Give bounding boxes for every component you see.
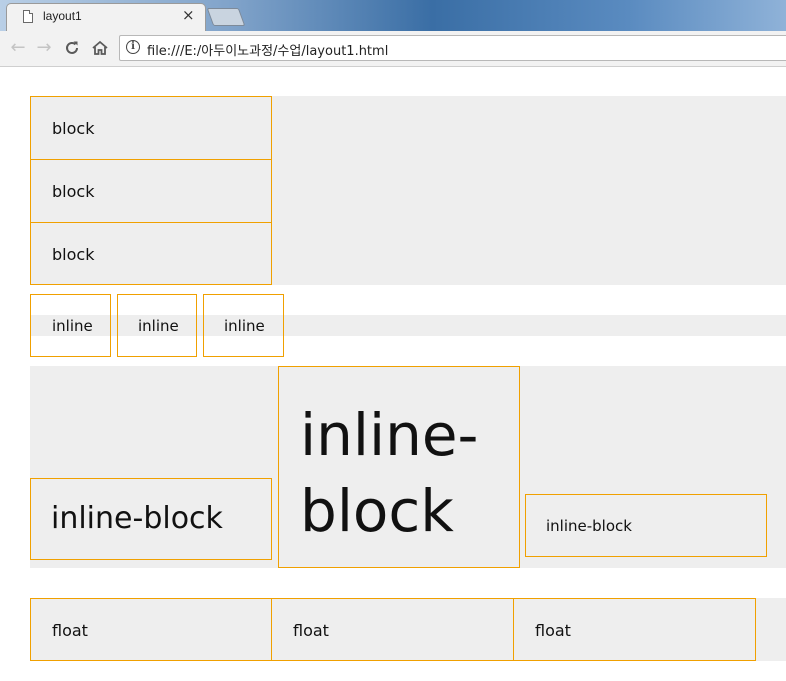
float-label: float	[52, 621, 88, 640]
inline-block-label: inline-block	[51, 501, 223, 536]
block-label: block	[52, 245, 95, 264]
forward-arrow-icon[interactable]: →	[32, 36, 56, 60]
inline-box-1: inline	[30, 294, 111, 357]
inline-label: inline	[224, 317, 265, 335]
new-tab-button[interactable]	[206, 8, 246, 26]
info-icon[interactable]: i	[126, 40, 140, 54]
block-box-1: block	[30, 96, 272, 160]
page-content: block block block inline inline inline i…	[0, 67, 786, 681]
inline-block-box-2: inline- block	[278, 366, 520, 568]
url-text[interactable]: file:///E:/아두이노과정/수업/layout1.html	[147, 40, 388, 59]
inline-label: inline	[52, 317, 93, 335]
inline-block-big-label-line2: block	[300, 477, 454, 545]
float-box-2: float	[271, 598, 514, 661]
inline-box-3: inline	[203, 294, 284, 357]
tab-title: layout1	[43, 9, 82, 23]
close-tab-icon[interactable]: ×	[182, 6, 195, 24]
browser-tabstrip: layout1 ×	[0, 0, 786, 32]
block-label: block	[52, 182, 95, 201]
float-label: float	[535, 621, 571, 640]
home-icon[interactable]	[88, 36, 112, 60]
inline-block-box-3: inline-block	[525, 494, 767, 557]
inline-label: inline	[138, 317, 179, 335]
block-box-3: block	[30, 222, 272, 285]
float-box-3: float	[513, 598, 756, 661]
inline-box-2: inline	[117, 294, 197, 357]
address-bar[interactable]: i file:///E:/아두이노과정/수업/layout1.html	[119, 35, 786, 61]
inline-block-label: inline-block	[546, 517, 632, 535]
inline-block-box-1: inline-block	[30, 478, 272, 560]
browser-tab[interactable]: layout1 ×	[6, 3, 206, 32]
back-arrow-icon[interactable]: ←	[6, 36, 30, 60]
browser-toolbar: ← → i file:///E:/아두이노과정/수업/layout1.html	[0, 31, 786, 67]
float-label: float	[293, 621, 329, 640]
float-box-1: float	[30, 598, 272, 661]
document-icon	[23, 10, 33, 23]
block-box-2: block	[30, 159, 272, 223]
reload-icon[interactable]	[60, 36, 84, 60]
block-label: block	[52, 119, 95, 138]
inline-block-big-label-line1: inline-	[300, 401, 479, 469]
